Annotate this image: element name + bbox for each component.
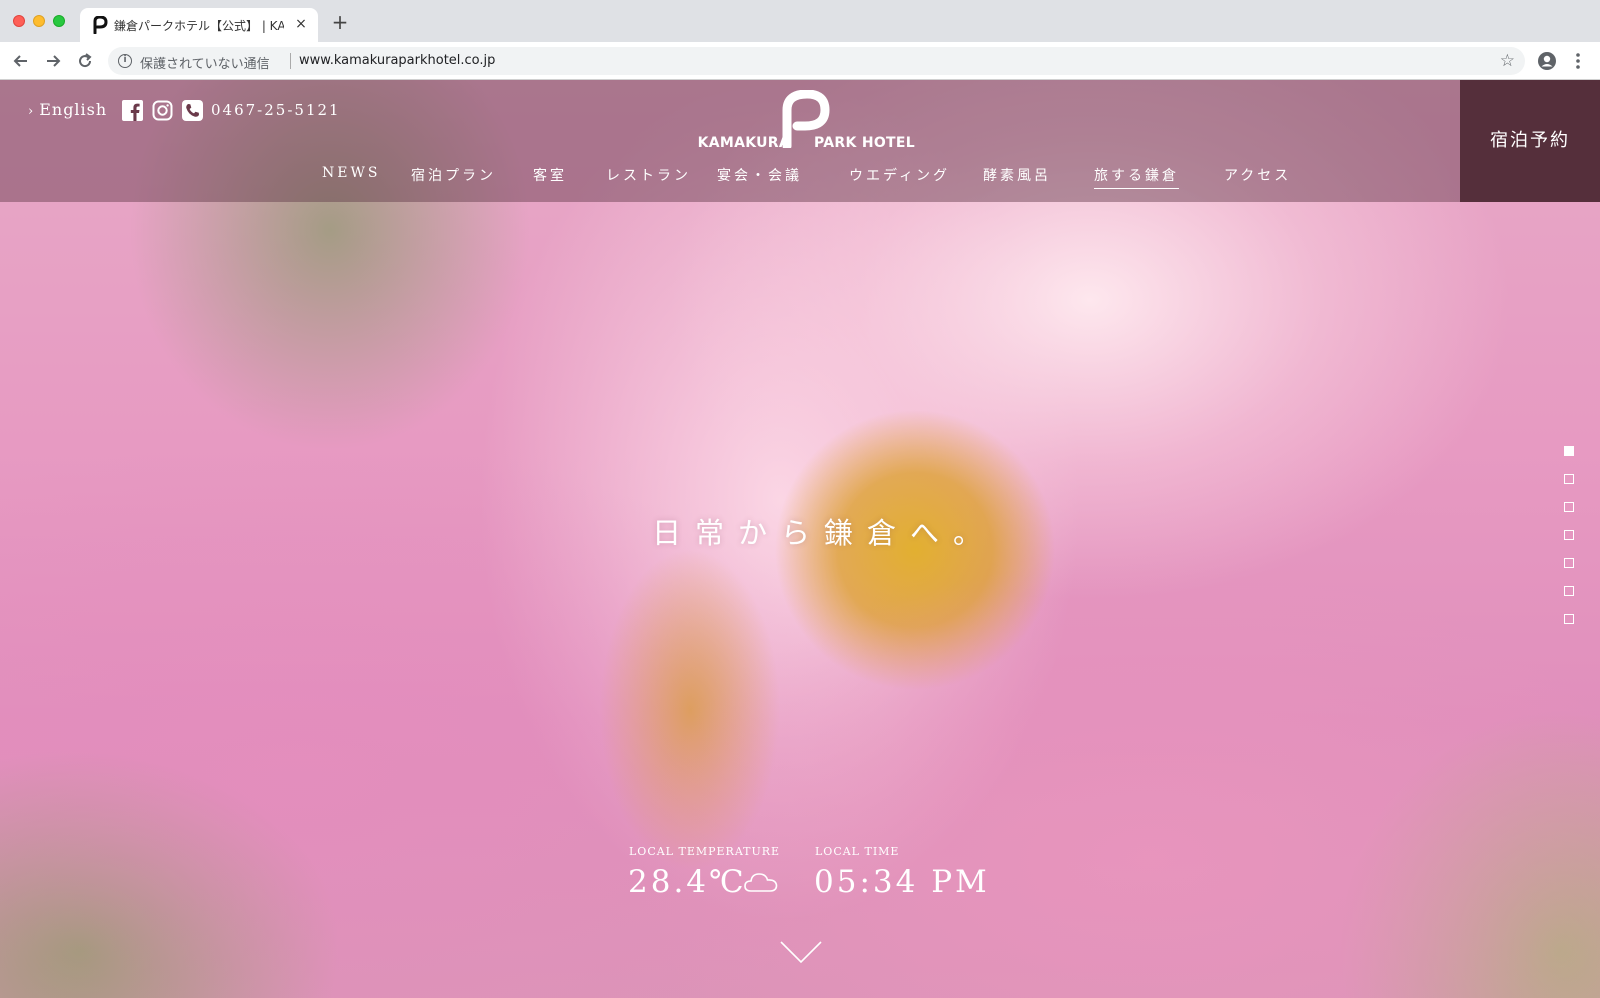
arrow-left-icon[interactable] bbox=[11, 51, 31, 71]
facebook-icon[interactable] bbox=[122, 100, 143, 121]
temperature-value: 28.4℃ bbox=[628, 864, 747, 900]
window-close-button[interactable] bbox=[13, 15, 25, 27]
address-bar[interactable]: i 保護されていない通信 www.kamakuraparkhotel.co.jp… bbox=[108, 47, 1525, 75]
english-link-label: English bbox=[39, 100, 108, 119]
slide-dot[interactable] bbox=[1564, 558, 1574, 568]
slide-dot[interactable] bbox=[1564, 614, 1574, 624]
nav-item-restaurant[interactable]: レストラン bbox=[606, 165, 691, 185]
chevron-right-icon: › bbox=[28, 104, 35, 119]
temperature-label: LOCAL TEMPERATURE bbox=[629, 845, 781, 858]
tab-close-icon[interactable]: × bbox=[292, 15, 310, 33]
phone-icon[interactable] bbox=[182, 100, 203, 121]
kebab-menu-icon[interactable] bbox=[1572, 51, 1584, 71]
cloud-icon bbox=[744, 873, 778, 892]
window-minimize-button[interactable] bbox=[33, 15, 45, 27]
nav-item-banquet[interactable]: 宴会・会議 bbox=[717, 165, 802, 185]
slide-dot[interactable] bbox=[1564, 530, 1574, 540]
url-text[interactable]: www.kamakuraparkhotel.co.jp bbox=[299, 53, 495, 68]
window-zoom-button[interactable] bbox=[53, 15, 65, 27]
nav-item-travel-kamakura[interactable]: 旅する鎌倉 bbox=[1094, 165, 1179, 189]
profile-icon[interactable] bbox=[1537, 51, 1557, 71]
reload-icon[interactable] bbox=[75, 51, 95, 71]
browser-tab-bar: 鎌倉パークホテル【公式】 | KAMAKURA PARK HOTEL × + bbox=[0, 0, 1600, 42]
reservation-button[interactable]: 宿泊予約 bbox=[1460, 80, 1600, 202]
nav-item-access[interactable]: アクセス bbox=[1224, 165, 1291, 185]
nav-item-news[interactable]: NEWS bbox=[322, 165, 380, 181]
phone-number[interactable]: 0467-25-5121 bbox=[211, 101, 341, 119]
arrow-right-icon[interactable] bbox=[43, 51, 63, 71]
security-status: 保護されていない通信 bbox=[140, 57, 270, 72]
favicon-icon bbox=[93, 16, 108, 34]
tab-title: 鎌倉パークホテル【公式】 | KAMAKURA PARK HOTEL bbox=[114, 19, 284, 33]
address-divider bbox=[290, 53, 291, 69]
local-time-label: LOCAL TIME bbox=[815, 845, 900, 858]
hero-catchphrase: 日常から鎌倉へ。 bbox=[652, 516, 997, 550]
slide-dot[interactable] bbox=[1564, 586, 1574, 596]
slide-dot[interactable] bbox=[1564, 446, 1574, 456]
nav-item-stay-plans[interactable]: 宿泊プラン bbox=[411, 165, 496, 185]
site-header: › English 0467-25-5121 KAMAKURA PARK HOTE… bbox=[0, 80, 1600, 202]
browser-tab[interactable]: 鎌倉パークホテル【公式】 | KAMAKURA PARK HOTEL × bbox=[80, 8, 318, 42]
browser-toolbar: i 保護されていない通信 www.kamakuraparkhotel.co.jp… bbox=[0, 42, 1600, 80]
scroll-down-chevron-icon[interactable] bbox=[780, 940, 822, 964]
new-tab-button[interactable]: + bbox=[330, 12, 350, 32]
slide-dot[interactable] bbox=[1564, 502, 1574, 512]
nav-item-wedding[interactable]: ウエディング bbox=[849, 165, 950, 185]
bookmark-star-icon[interactable]: ☆ bbox=[1500, 51, 1515, 71]
slide-dot[interactable] bbox=[1564, 474, 1574, 484]
local-time-value: 05:34 PM bbox=[814, 864, 990, 900]
info-icon[interactable]: i bbox=[118, 54, 132, 68]
logo-text-park-hotel[interactable]: PARK HOTEL bbox=[814, 135, 915, 151]
logo-text-kamakura[interactable]: KAMAKURA bbox=[690, 135, 790, 151]
english-link[interactable]: › English bbox=[28, 100, 107, 119]
nav-item-enzyme-bath[interactable]: 酵素風呂 bbox=[983, 165, 1051, 185]
instagram-icon[interactable] bbox=[152, 100, 173, 121]
nav-item-rooms[interactable]: 客室 bbox=[533, 165, 567, 185]
page-viewport: › English 0467-25-5121 KAMAKURA PARK HOTE… bbox=[0, 80, 1600, 998]
